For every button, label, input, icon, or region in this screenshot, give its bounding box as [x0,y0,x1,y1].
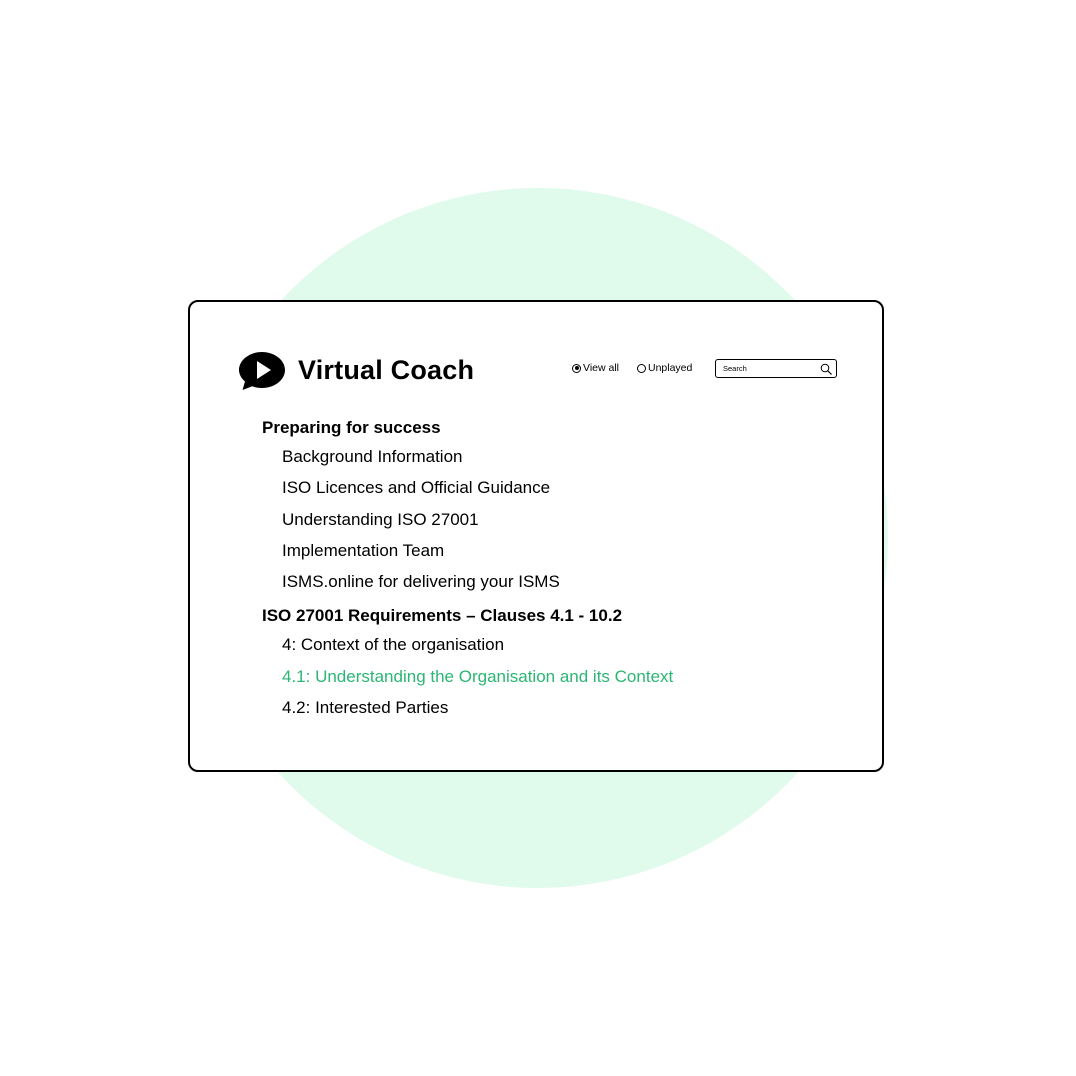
menu-item-iso-licences[interactable]: ISO Licences and Official Guidance [262,472,862,503]
section-heading: ISO 27001 Requirements – Clauses 4.1 - 1… [262,606,623,626]
menu-item-implementation-team[interactable]: Implementation Team [262,535,862,566]
menu-item-background-information[interactable]: Background Information [262,441,862,472]
section-heading: Preparing for success [262,418,441,437]
virtual-coach-panel: Virtual Coach View all Unplayed Preparin… [188,300,884,772]
play-speech-bubble-icon [239,352,285,390]
stage: Virtual Coach View all Unplayed Preparin… [0,0,1076,1076]
search-icon[interactable] [820,363,832,375]
chapter-menu: Preparing for success Background Informa… [262,415,862,723]
menu-item-interested-parties[interactable]: 4.2: Interested Parties [262,692,862,723]
filter-unplayed[interactable]: Unplayed [637,362,692,374]
filter-view-all-label: View all [583,362,619,374]
app-title: Virtual Coach [298,354,475,385]
menu-item-isms-online[interactable]: ISMS.online for delivering your ISMS [262,566,862,597]
radio-unselected-icon[interactable] [637,363,646,373]
search-box[interactable] [715,359,837,378]
menu-item-understanding-iso-27001[interactable]: Understanding ISO 27001 [262,504,862,535]
filter-unplayed-label: Unplayed [648,362,693,374]
brand: Virtual Coach [238,350,474,390]
search-input[interactable] [723,364,813,373]
radio-selected-icon[interactable] [572,363,581,373]
play-filter-group: View all Unplayed [572,362,710,374]
filter-view-all[interactable]: View all [572,362,619,374]
menu-item-context-of-organisation[interactable]: 4: Context of the organisation [262,629,862,660]
menu-item-understanding-organisation-active[interactable]: 4.1: Understanding the Organisation and … [262,661,862,692]
